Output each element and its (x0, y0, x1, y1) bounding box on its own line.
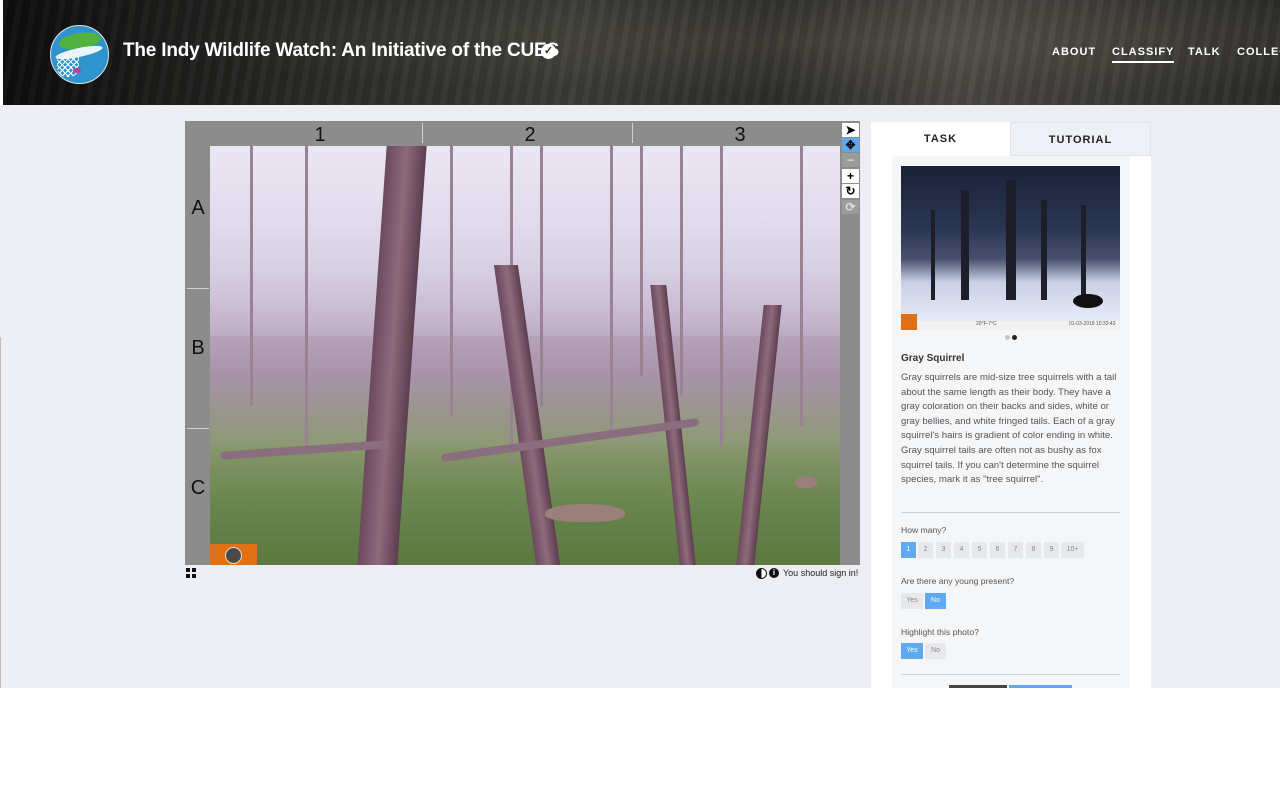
camera-brand-badge (901, 314, 917, 330)
contrast-icon[interactable] (756, 568, 767, 579)
how-many-option-7[interactable]: 7 (1008, 542, 1023, 558)
info-icon[interactable]: i (769, 568, 779, 578)
how-many-option-2[interactable]: 2 (918, 542, 933, 558)
species-name: Gray Squirrel (901, 353, 965, 364)
task-panel: TASK TUTORIAL 20°F-7°C 01-03-2018 10:33:… (871, 122, 1151, 688)
how-many-option-6[interactable]: 6 (990, 542, 1005, 558)
zoom-out-icon[interactable]: − (842, 153, 859, 167)
how-many-option-1[interactable]: 1 (901, 542, 916, 558)
how-many-option-3[interactable]: 3 (936, 542, 951, 558)
project-logo[interactable] (50, 25, 109, 84)
pan-icon[interactable]: ✥ (842, 138, 859, 152)
tab-task[interactable]: TASK (871, 122, 1010, 156)
squirrel (795, 476, 817, 488)
young-option-yes[interactable]: Yes (901, 593, 923, 609)
squirrel (1073, 294, 1103, 308)
grid-view-icon[interactable] (186, 568, 196, 578)
grid-column-label: 3 (734, 124, 746, 146)
example-caption-timestamp: 01-03-2018 10:33:43 (1069, 321, 1116, 327)
question-highlight: Highlight this photo? (901, 627, 979, 637)
sign-in-notice[interactable]: You should sign in! (783, 568, 858, 578)
how-many-option-4[interactable]: 4 (954, 542, 969, 558)
subject-image[interactable] (210, 146, 840, 565)
grid-column-label: 1 (314, 124, 326, 146)
project-header: The Indy Wildlife Watch: An Initiative o… (3, 0, 1280, 105)
how-many-option-8[interactable]: 8 (1026, 542, 1041, 558)
grid-row-label: B (191, 337, 205, 359)
question-how-many: How many? (901, 525, 947, 535)
camera-brand-badge (210, 544, 257, 565)
nav-classify[interactable]: CLASSIFY (1112, 46, 1175, 63)
verified-badge-icon: ✓ (541, 44, 556, 59)
nav-about[interactable]: ABOUT (1052, 46, 1096, 58)
carousel-dot[interactable] (1005, 335, 1010, 340)
highlight-option-no[interactable]: No (925, 643, 946, 659)
question-young-present: Are there any young present? (901, 576, 1015, 586)
squirrel (545, 504, 625, 522)
zoom-in-icon[interactable]: + (842, 169, 859, 183)
grid-row-label: C (190, 477, 206, 499)
carousel-dot-active[interactable] (1012, 335, 1017, 340)
species-description: Gray squirrels are mid-size tree squirre… (901, 372, 1117, 486)
how-many-option-9[interactable]: 9 (1044, 542, 1059, 558)
grid-row-label: A (191, 197, 205, 219)
highlight-option-yes[interactable]: Yes (901, 643, 923, 659)
example-image[interactable]: 20°F-7°C 01-03-2018 10:33:43 (901, 166, 1120, 330)
project-title[interactable]: The Indy Wildlife Watch: An Initiative o… (123, 40, 559, 62)
rotate-icon[interactable]: ↻ (842, 184, 859, 198)
reset-icon[interactable]: ⟳ (842, 200, 859, 214)
pointer-icon[interactable]: ➤ (842, 123, 859, 137)
how-many-option-5[interactable]: 5 (972, 542, 987, 558)
tab-tutorial[interactable]: TUTORIAL (1010, 122, 1151, 156)
image-toolbar: ➤ ✥ − + ↻ ⟳ (841, 121, 860, 565)
back-button[interactable] (949, 685, 1007, 688)
nav-talk[interactable]: TALK (1188, 46, 1221, 58)
nav-collections[interactable]: COLLEC (1237, 46, 1280, 58)
example-caption-temp: 20°F-7°C (976, 321, 997, 327)
how-many-option-10plus[interactable]: 10+ (1061, 542, 1084, 558)
subject-viewer[interactable]: 1 2 3 A B C (185, 121, 860, 565)
done-button[interactable] (1009, 685, 1072, 688)
grid-column-label: 2 (524, 124, 536, 146)
young-option-no[interactable]: No (925, 593, 946, 609)
